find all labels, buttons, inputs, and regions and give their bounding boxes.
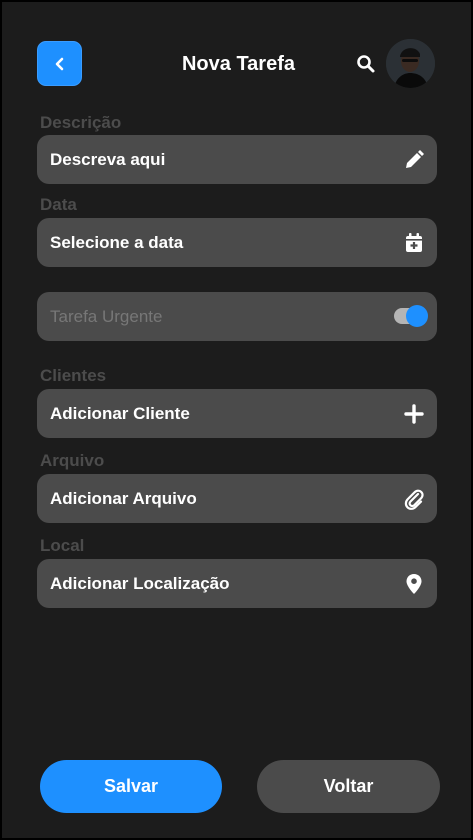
add-file-button[interactable]: Adicionar Arquivo xyxy=(37,474,437,523)
plus-icon xyxy=(404,404,424,424)
date-placeholder: Selecione a data xyxy=(50,232,184,252)
app-frame: Nova Tarefa Descrição Descreva aqui Data… xyxy=(0,0,473,840)
description-placeholder: Descreva aqui xyxy=(50,149,166,169)
description-field[interactable]: Descreva aqui xyxy=(37,135,437,184)
add-client-label: Adicionar Cliente xyxy=(50,403,190,423)
add-file-label: Adicionar Arquivo xyxy=(50,488,197,508)
urgent-toggle-row[interactable]: Tarefa Urgente xyxy=(37,292,437,341)
back-bottom-button[interactable]: Voltar xyxy=(257,760,440,813)
location-label: Local xyxy=(40,536,85,555)
calendar-plus-icon xyxy=(406,233,422,252)
urgent-toggle[interactable] xyxy=(394,305,428,327)
add-client-button[interactable]: Adicionar Cliente xyxy=(37,389,437,438)
date-label: Data xyxy=(40,195,77,214)
avatar[interactable] xyxy=(386,39,435,88)
toggle-knob xyxy=(406,305,428,327)
date-field[interactable]: Selecione a data xyxy=(37,218,437,267)
description-label: Descrição xyxy=(40,113,122,132)
add-location-label: Adicionar Localização xyxy=(50,573,230,593)
clients-label: Clientes xyxy=(40,366,107,385)
user-photo xyxy=(386,39,435,88)
paperclip-icon xyxy=(404,489,424,510)
search-icon[interactable] xyxy=(356,54,376,74)
save-button[interactable]: Salvar xyxy=(40,760,222,813)
urgent-label: Tarefa Urgente xyxy=(50,306,163,326)
map-pin-icon xyxy=(406,574,422,594)
file-label: Arquivo xyxy=(40,451,105,470)
header: Nova Tarefa xyxy=(2,2,471,112)
add-location-button[interactable]: Adicionar Localização xyxy=(37,559,437,608)
pencil-icon xyxy=(406,150,424,168)
